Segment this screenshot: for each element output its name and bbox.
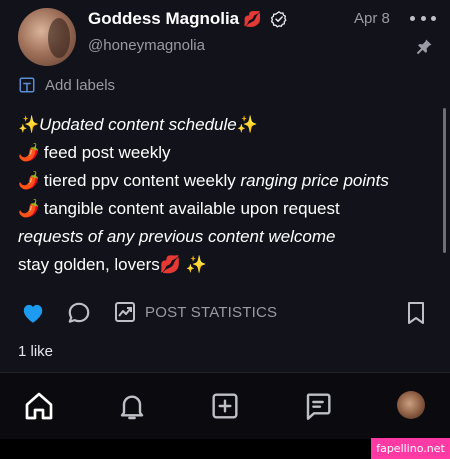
author-handle[interactable]: @honeymagnolia [88, 37, 205, 54]
content-line-6: stay golden, lovers💋 ✨ [18, 255, 207, 274]
heart-icon[interactable] [20, 300, 46, 326]
post-statistics-button[interactable]: POST STATISTICS [145, 304, 277, 321]
add-labels-button[interactable]: Add labels [18, 76, 115, 94]
author-avatar[interactable] [18, 8, 76, 66]
statistics-icon[interactable] [113, 300, 137, 324]
pin-icon[interactable] [414, 37, 434, 57]
likes-count[interactable]: 1 like [18, 343, 53, 360]
post-card: Goddess Magnolia 💋 @honeymagnolia Apr 8 … [0, 0, 450, 372]
author-name[interactable]: Goddess Magnolia [88, 9, 239, 29]
profile-avatar[interactable] [397, 391, 425, 419]
verified-icon [270, 11, 287, 28]
post-date: Apr 8 [354, 10, 390, 27]
add-labels-label: Add labels [45, 76, 116, 94]
bottom-navbar [0, 373, 450, 439]
bell-icon[interactable] [116, 390, 148, 422]
author-name-row[interactable]: Goddess Magnolia 💋 [88, 9, 288, 29]
content-line-2: 🌶️ feed post weekly [18, 143, 171, 162]
label-icon [19, 77, 35, 93]
more-icon[interactable] [410, 8, 436, 28]
home-icon[interactable] [23, 390, 55, 422]
content-line-4: 🌶️ tangible content available upon reque… [18, 199, 340, 218]
add-icon[interactable] [209, 390, 241, 422]
messages-icon[interactable] [302, 390, 334, 422]
content-line-3: 🌶️ tiered ppv content weekly ranging pri… [18, 171, 389, 190]
content-line-1: ✨Updated content schedule✨ [18, 115, 258, 134]
comment-icon[interactable] [66, 300, 92, 326]
scrollbar[interactable] [443, 108, 446, 253]
watermark: fapellino.net [371, 438, 450, 459]
post-text: ✨Updated content schedule✨ 🌶️ feed post … [18, 111, 428, 279]
content-line-5: requests of any previous content welcome [18, 227, 336, 246]
post-actions: POST STATISTICS [0, 296, 450, 332]
bookmark-icon[interactable] [404, 300, 428, 326]
name-emoji: 💋 [243, 11, 262, 28]
